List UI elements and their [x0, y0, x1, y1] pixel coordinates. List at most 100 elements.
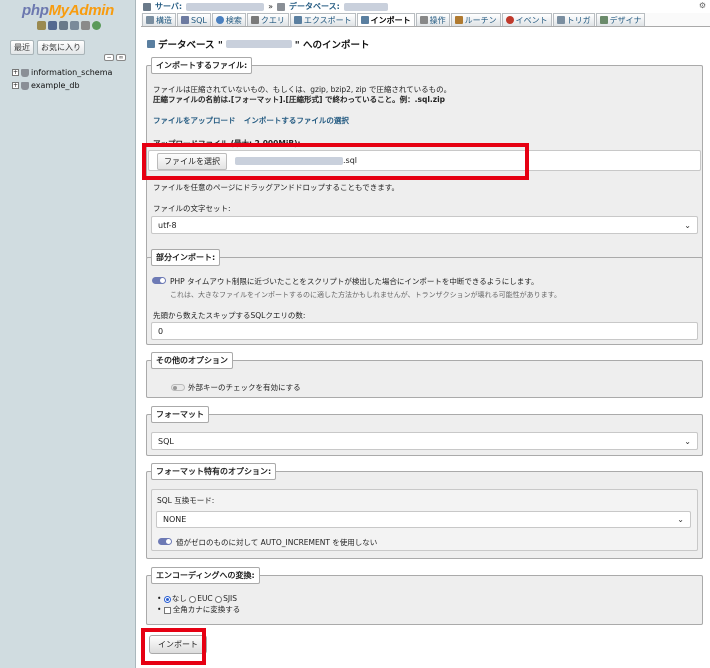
section-legend: その他のオプション: [151, 352, 233, 369]
tab-designer[interactable]: デザイナ: [595, 13, 646, 26]
reload-icon[interactable]: [92, 21, 101, 30]
charset-select[interactable]: utf-8 ⌄: [151, 216, 698, 234]
section-legend: フォーマット: [151, 406, 209, 423]
foreign-key-toggle[interactable]: [171, 384, 185, 391]
select-import-file-link[interactable]: インポートするファイルの選択: [244, 116, 349, 125]
kana-option: • 全角カナに変換する: [157, 605, 241, 614]
charset-value: utf-8: [158, 220, 177, 230]
format-select[interactable]: SQL ⌄: [151, 432, 698, 450]
file-name-redacted: [235, 157, 343, 165]
logout-icon[interactable]: [48, 21, 57, 30]
tab-sql[interactable]: SQL: [177, 13, 211, 26]
recent-tab[interactable]: 最近: [10, 40, 34, 55]
skip-queries-label: 先頭から数えたスキップするSQLクエリの数:: [153, 311, 306, 320]
section-legend: エンコーディングへの変換:: [151, 567, 260, 584]
encoding-euc-label: EUC: [197, 594, 213, 603]
docs-icon[interactable]: [70, 21, 79, 30]
sql-compat-value: NONE: [163, 515, 187, 524]
timeout-label: PHP タイムアウト制限に近づいたことをスクリプトが検出した場合にインポートを中…: [170, 277, 539, 286]
auto-increment-toggle[interactable]: [158, 538, 172, 545]
page-title: データベース " " へのインポート: [147, 37, 370, 51]
encoding-sjis-radio[interactable]: [215, 595, 223, 603]
search-icon: [215, 16, 224, 24]
import-submit-button[interactable]: インポート: [149, 635, 207, 654]
help-icon[interactable]: [59, 21, 68, 30]
tab-query[interactable]: クエリ: [246, 13, 289, 26]
phpmyadmin-logo[interactable]: phpMyAdmin: [22, 2, 114, 19]
server-name-redacted[interactable]: [186, 2, 265, 11]
designer-icon: [599, 16, 608, 24]
database-icon: [277, 2, 286, 11]
choose-file-button[interactable]: ファイルを選択: [157, 153, 227, 170]
timeout-note: これは、大きなファイルをインポートするのに適した方法かもしれませんが、トランザク…: [170, 291, 561, 299]
triggers-icon: [556, 16, 565, 24]
tab-events[interactable]: イベント: [501, 13, 552, 26]
database-icon: [21, 68, 29, 77]
format-value: SQL: [158, 436, 174, 446]
database-icon: [21, 81, 29, 90]
skip-queries-value: 0: [158, 326, 164, 336]
db-name[interactable]: information_schema: [31, 68, 112, 77]
settings-icon[interactable]: [81, 21, 90, 30]
encoding-options: • なし EUC SJIS: [157, 594, 238, 603]
import-desc-2: 圧縮ファイルの名前は.[フォーマット].[圧縮形式] で終わっていること。例：.…: [153, 95, 446, 104]
section-legend: フォーマット特有のオプション:: [151, 463, 277, 480]
home-icon[interactable]: [37, 21, 46, 30]
import-icon: [147, 40, 155, 48]
chevron-down-icon: ⌄: [684, 220, 691, 230]
auto-increment-label: 値がゼロのものに対して AUTO_INCREMENT を使用しない: [176, 538, 378, 547]
skip-queries-input[interactable]: 0: [151, 322, 698, 340]
database-name-redacted[interactable]: [343, 2, 388, 11]
foreign-key-label: 外部キーのチェックを有効にする: [188, 383, 301, 392]
breadcrumb: サーバ: » データベース: ⚙: [141, 0, 710, 13]
database-name-redacted: [225, 40, 292, 48]
events-icon: [505, 16, 514, 24]
db-item-example-db[interactable]: + example_db: [12, 81, 80, 90]
routines-icon: [454, 16, 463, 24]
import-icon: [360, 16, 369, 24]
server-icon: [143, 2, 151, 11]
tab-import[interactable]: インポート: [356, 13, 415, 26]
settings-gear-icon[interactable]: ⚙: [699, 1, 706, 10]
export-icon: [293, 16, 302, 24]
chevron-down-icon: ⌄: [684, 436, 691, 446]
db-item-information-schema[interactable]: + information_schema: [12, 68, 112, 77]
expand-icon[interactable]: +: [12, 82, 19, 89]
collapse-all-icon[interactable]: −: [104, 54, 114, 61]
tab-structure[interactable]: 構造: [142, 13, 176, 26]
link-icon[interactable]: ∞: [116, 54, 126, 61]
encoding-sjis-label: SJIS: [223, 594, 238, 603]
tab-operations[interactable]: 操作: [415, 13, 450, 26]
charset-label: ファイルの文字セット:: [153, 204, 231, 213]
upload-file-link[interactable]: ファイルをアップロード: [153, 116, 236, 125]
tab-export[interactable]: エクスポート: [289, 13, 356, 26]
expand-icon[interactable]: +: [12, 69, 19, 76]
db-name[interactable]: example_db: [31, 81, 80, 90]
tab-routines[interactable]: ルーチン: [450, 13, 501, 26]
operations-icon: [419, 16, 428, 24]
encoding-none-radio[interactable]: [163, 595, 171, 603]
breadcrumb-arrow-icon: »: [268, 2, 274, 11]
dragdrop-note: ファイルを任意のページにドラッグアンドドロップすることもできます。: [153, 183, 399, 192]
section-legend: 部分インポート:: [151, 249, 221, 266]
encoding-none-label: なし: [171, 594, 187, 603]
upload-file-label: アップロードファイル (最大: 2,000MiB):: [153, 139, 301, 148]
file-extension: .sql: [343, 156, 358, 165]
database-label[interactable]: データベース:: [289, 1, 340, 12]
sql-icon: [181, 16, 189, 24]
sql-compat-label: SQL 互換モード:: [157, 496, 215, 505]
timeout-toggle[interactable]: [152, 277, 166, 284]
sql-compat-select[interactable]: NONE ⌄: [156, 511, 691, 528]
file-input[interactable]: ファイルを選択 .sql: [148, 150, 701, 171]
encoding-euc-radio[interactable]: [189, 595, 197, 603]
structure-icon: [146, 16, 154, 24]
kana-label: 全角カナに変換する: [172, 605, 241, 614]
server-label[interactable]: サーバ:: [155, 1, 182, 12]
main-menu: 構造 SQL 検索 クエリ エクスポート インポート 操作 ルーチン イベント …: [141, 13, 710, 27]
tab-triggers[interactable]: トリガ: [552, 13, 595, 26]
section-legend: インポートするファイル:: [151, 57, 253, 74]
kana-checkbox[interactable]: [163, 606, 171, 614]
tab-search[interactable]: 検索: [211, 13, 246, 26]
favorites-tab[interactable]: お気に入り: [37, 40, 85, 55]
chevron-down-icon: ⌄: [677, 515, 684, 524]
